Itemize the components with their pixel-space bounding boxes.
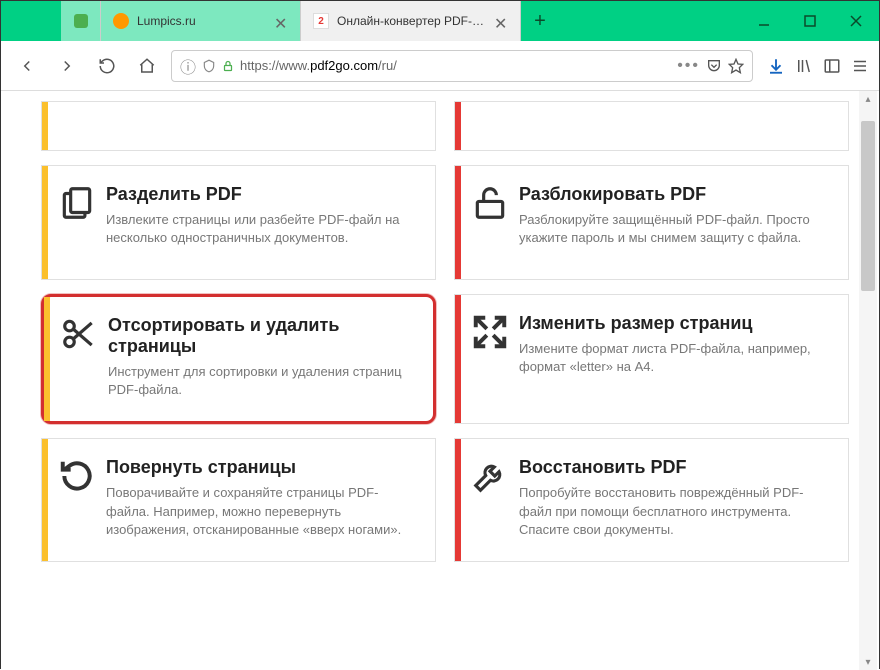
card-desc: Попробуйте восстановить повреждённый PDF…	[519, 484, 826, 539]
card-stub-right[interactable]	[454, 101, 849, 151]
card-title: Отсортировать и удалить страницы	[108, 315, 411, 357]
card-rotate-pages[interactable]: Повернуть страницы Поворачивайте и сохра…	[41, 438, 436, 562]
info-icon[interactable]: ⓘ	[180, 54, 196, 78]
tab-pinned[interactable]	[61, 1, 101, 41]
unlock-icon	[471, 184, 509, 222]
accent	[455, 439, 461, 561]
card-title: Изменить размер страниц	[519, 313, 826, 334]
card-desc: Инструмент для сортировки и удаления стр…	[108, 363, 411, 399]
card-title: Разблокировать PDF	[519, 184, 826, 205]
toolbar-right	[761, 57, 869, 75]
close-icon[interactable]: ✕	[274, 14, 288, 28]
pocket-icon[interactable]	[706, 58, 722, 74]
card-resize-pages[interactable]: Изменить размер страниц Измените формат …	[454, 294, 849, 424]
accent	[455, 295, 461, 423]
card-sort-delete-pages[interactable]: Отсортировать и удалить страницы Инструм…	[41, 294, 436, 424]
card-split-pdf[interactable]: Разделить PDF Извлеките страницы или раз…	[41, 165, 436, 280]
card-desc: Измените формат листа PDF-файла, наприме…	[519, 340, 826, 376]
rotate-icon	[58, 457, 96, 495]
more-icon[interactable]: •••	[677, 57, 700, 75]
close-icon[interactable]: ✕	[494, 14, 508, 28]
star-icon[interactable]	[728, 58, 744, 74]
accent	[42, 166, 48, 279]
accent	[42, 439, 48, 561]
page-content: Разделить PDF Извлеките страницы или раз…	[1, 91, 879, 670]
close-window-button[interactable]	[833, 1, 879, 41]
accent	[42, 102, 48, 150]
tab-title: Lumpics.ru	[137, 14, 268, 28]
window-titlebar: Lumpics.ru ✕ 2 Онлайн-конвертер PDF-файл…	[1, 1, 879, 41]
tab-pdf2go[interactable]: 2 Онлайн-конвертер PDF-файл ✕	[301, 1, 521, 41]
card-title: Восстановить PDF	[519, 457, 826, 478]
vertical-scrollbar[interactable]: ▴ ▾	[859, 91, 877, 670]
wrench-icon	[471, 457, 509, 495]
orange-favicon-icon	[113, 13, 129, 29]
sidebar-icon[interactable]	[823, 57, 841, 75]
accent	[455, 102, 461, 150]
accent	[455, 166, 461, 279]
window-controls	[741, 1, 879, 41]
library-icon[interactable]	[795, 57, 813, 75]
card-title: Разделить PDF	[106, 184, 413, 205]
tab-strip: Lumpics.ru ✕ 2 Онлайн-конвертер PDF-файл…	[1, 1, 741, 41]
lock-icon[interactable]	[222, 59, 234, 73]
maximize-button[interactable]	[787, 1, 833, 41]
tab-lumpics[interactable]: Lumpics.ru ✕	[101, 1, 301, 41]
card-desc: Разблокируйте защищённый PDF-файл. Прост…	[519, 211, 826, 247]
card-desc: Извлеките страницы или разбейте PDF-файл…	[106, 211, 413, 247]
card-stub-left[interactable]	[41, 101, 436, 151]
card-repair-pdf[interactable]: Восстановить PDF Попробуйте восстановить…	[454, 438, 849, 562]
home-button[interactable]	[131, 50, 163, 82]
browser-toolbar: ⓘ https://www.pdf2go.com/ru/ •••	[1, 41, 879, 91]
expand-icon	[471, 313, 509, 351]
reload-button[interactable]	[91, 50, 123, 82]
address-bar[interactable]: ⓘ https://www.pdf2go.com/ru/ •••	[171, 50, 753, 82]
back-button[interactable]	[11, 50, 43, 82]
new-tab-button[interactable]: +	[521, 1, 559, 41]
copy-pages-icon	[58, 184, 96, 222]
tool-grid: Разделить PDF Извлеките страницы или раз…	[41, 101, 849, 562]
scroll-up-icon[interactable]: ▴	[861, 91, 875, 107]
card-desc: Поворачивайте и сохраняйте страницы PDF-…	[106, 484, 413, 539]
scissors-icon	[60, 315, 98, 353]
forward-button[interactable]	[51, 50, 83, 82]
pinned-favicon	[74, 14, 88, 28]
scroll-thumb[interactable]	[861, 121, 875, 291]
card-unlock-pdf[interactable]: Разблокировать PDF Разблокируйте защищён…	[454, 165, 849, 280]
pdf2go-favicon-icon: 2	[313, 13, 329, 29]
card-title: Повернуть страницы	[106, 457, 413, 478]
shield-icon[interactable]	[202, 59, 216, 73]
url-text: https://www.pdf2go.com/ru/	[240, 58, 671, 73]
menu-icon[interactable]	[851, 57, 869, 75]
minimize-button[interactable]	[741, 1, 787, 41]
accent	[44, 297, 50, 421]
scroll-down-icon[interactable]: ▾	[861, 654, 875, 670]
tab-title: Онлайн-конвертер PDF-файл	[337, 14, 488, 28]
download-icon[interactable]	[767, 57, 785, 75]
